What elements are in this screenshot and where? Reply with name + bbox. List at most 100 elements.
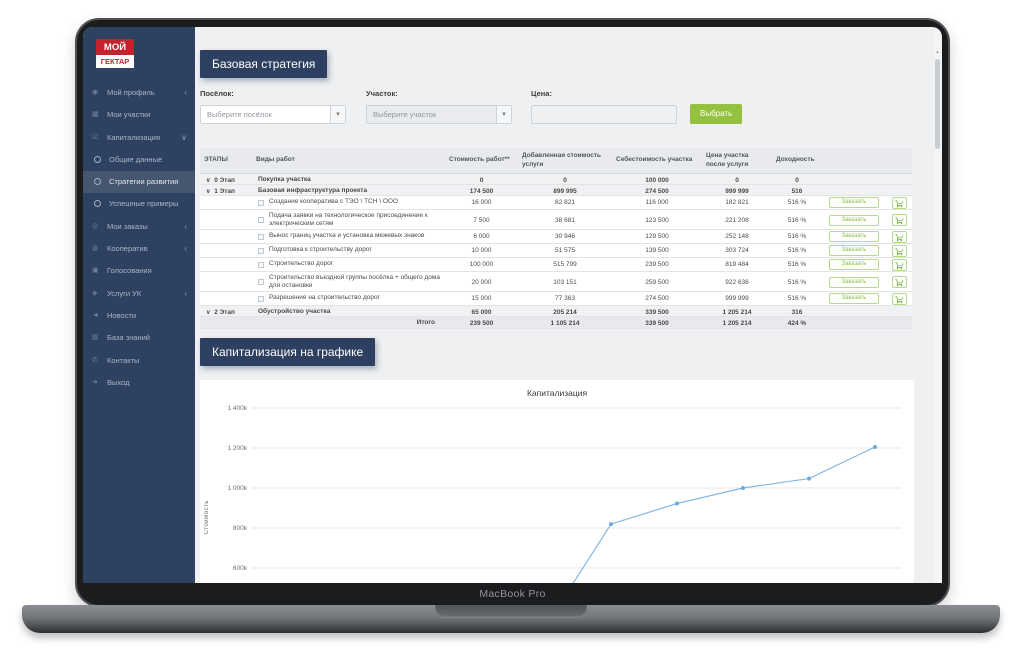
sidebar-item-news[interactable]: ◄Новости	[83, 305, 195, 327]
column-header: Виды работ	[252, 154, 445, 166]
checkbox[interactable]	[258, 217, 264, 223]
chevron-left-icon[interactable]: ‹	[184, 216, 187, 238]
value-cell: 100 000	[612, 177, 702, 184]
value-cell: 129 500	[612, 233, 702, 240]
cart-icon[interactable]	[892, 214, 907, 226]
scrollbar-thumb[interactable]	[935, 59, 940, 149]
sidebar-item-dev-strategies[interactable]: Стратегии развития	[83, 171, 195, 193]
value-cell: 221 208	[702, 217, 772, 224]
value-cell: 0	[702, 177, 772, 184]
y-tick-label: 1 000k	[227, 485, 247, 492]
services-icon: ◈	[92, 283, 97, 305]
value-cell: 259 500	[612, 279, 702, 286]
cart-cell	[886, 259, 912, 271]
work-name: Подготовка к строительству дорог	[269, 246, 372, 254]
price-label: Цена:	[531, 89, 552, 98]
sidebar-item-capitalization[interactable]: ☑Капитализация∨	[83, 127, 195, 149]
order-cell: Заказать	[822, 293, 886, 304]
total-label: Итого	[417, 319, 435, 327]
sidebar-item-my-plots[interactable]: ▦Мои участки	[83, 104, 195, 126]
sidebar-item-logout[interactable]: ➜Выход	[83, 372, 195, 394]
scrollbar[interactable]: ▲	[934, 27, 941, 583]
stage-row[interactable]: ∨ 0 ЭтапПокупка участка00100 00000	[200, 174, 912, 185]
checkbox[interactable]	[258, 234, 264, 240]
sidebar-item-my-profile[interactable]: ◉Мой профиль‹	[83, 82, 195, 104]
value-cell: 899 995	[518, 188, 612, 195]
chevron-down-icon[interactable]: ▾	[330, 106, 345, 123]
collapse-chevron-icon[interactable]: ∨	[206, 189, 210, 195]
cart-icon[interactable]	[892, 276, 907, 288]
chevron-down-icon[interactable]: ▾	[496, 106, 511, 123]
order-button[interactable]: Заказать	[829, 293, 879, 304]
chevron-left-icon[interactable]: ‹	[184, 82, 187, 104]
order-button[interactable]: Заказать	[829, 259, 879, 270]
app-logo[interactable]: МОЙ ГЕКТАР	[96, 39, 134, 68]
work-row: Строительство въездной группы посёлка + …	[200, 272, 912, 292]
value-cell: 205 214	[518, 309, 612, 316]
order-button[interactable]: Заказать	[829, 245, 879, 256]
scroll-up-icon[interactable]: ▲	[934, 49, 941, 54]
sidebar-item-my-orders[interactable]: ◎Мои заказы‹	[83, 216, 195, 238]
value-cell: 339 500	[612, 309, 702, 316]
select-button[interactable]: Выбрать	[690, 104, 742, 124]
cart-icon[interactable]	[892, 293, 907, 305]
checkbox[interactable]	[258, 248, 264, 254]
work-row: Разрешение на строительство дорог15 0007…	[200, 292, 912, 306]
stage-row[interactable]: ∨ 2 ЭтапОбустройство участка65 000205 21…	[200, 306, 912, 317]
checkbox[interactable]	[258, 200, 264, 206]
cart-cell	[886, 245, 912, 257]
plot-select[interactable]: Выберите участок ▾	[366, 105, 512, 124]
sidebar-item-general-data[interactable]: Общие данные	[83, 149, 195, 171]
price-input[interactable]	[531, 105, 677, 124]
value-cell: 0	[445, 177, 518, 184]
cart-cell	[886, 231, 912, 243]
checkbox[interactable]	[258, 296, 264, 302]
stage-row[interactable]: ∨ 1 ЭтапБазовая инфраструктура проекта17…	[200, 185, 912, 196]
value-cell: 516 %	[772, 247, 822, 254]
collapse-chevron-icon[interactable]: ∨	[206, 310, 210, 316]
cart-icon[interactable]	[892, 231, 907, 243]
value-cell: 7 500	[445, 217, 518, 224]
chevron-down-icon[interactable]: ∨	[181, 127, 187, 149]
value-cell: 182 821	[702, 199, 772, 206]
sidebar-item-label: Голосования	[107, 266, 152, 275]
value-cell: 516 %	[772, 233, 822, 240]
plots-icon: ▦	[92, 104, 99, 126]
cart-icon[interactable]	[892, 245, 907, 257]
sidebar-item-contacts[interactable]: ✆Контакты	[83, 350, 195, 372]
order-button[interactable]: Заказать	[829, 215, 879, 226]
order-button[interactable]: Заказать	[829, 231, 879, 242]
logo-line1: МОЙ	[96, 39, 134, 55]
value-cell: 999 999	[702, 295, 772, 302]
value-cell: 6 000	[445, 233, 518, 240]
sidebar-item-cooperative[interactable]: ◍Кооператив‹	[83, 238, 195, 260]
order-button[interactable]: Заказать	[829, 277, 879, 288]
chevron-left-icon[interactable]: ‹	[184, 238, 187, 260]
sidebar-item-uk-services[interactable]: ◈Услуги УК‹	[83, 283, 195, 305]
column-header	[886, 159, 912, 163]
work-name-cell: Вынос границ участка и установка межевых…	[252, 230, 445, 242]
sidebar-item-votings[interactable]: ▣Голосования	[83, 260, 195, 282]
sidebar-item-knowledge-base[interactable]: ▥База знаний	[83, 327, 195, 349]
checkbox[interactable]	[258, 262, 264, 268]
user-icon: ◉	[92, 82, 98, 104]
value-cell: 274 500	[612, 295, 702, 302]
order-cell: Заказать	[822, 277, 886, 288]
sidebar-item-success-examples[interactable]: Успешные примеры	[83, 193, 195, 215]
work-name: Строительство въездной группы посёлка + …	[269, 274, 441, 290]
cart-icon[interactable]	[892, 197, 907, 209]
work-name: Базовая инфраструктура проекта	[258, 187, 367, 195]
collapse-chevron-icon[interactable]: ∨	[206, 178, 210, 184]
order-cell: Заказать	[822, 245, 886, 256]
column-header: Добавленная стоимость услуги	[518, 150, 612, 170]
village-select[interactable]: Выберите посёлок ▾	[200, 105, 346, 124]
chevron-left-icon[interactable]: ‹	[184, 283, 187, 305]
cart-icon[interactable]	[892, 259, 907, 271]
chart-section-title: Капитализация на графике	[200, 338, 375, 366]
sidebar-item-label: Выход	[107, 378, 129, 387]
app-screen: МОЙ ГЕКТАР ◉Мой профиль‹▦Мои участки☑Кап…	[83, 27, 942, 583]
stage-label: 1 Этап	[212, 188, 235, 195]
work-name: Вынос границ участка и установка межевых…	[269, 232, 424, 240]
order-button[interactable]: Заказать	[829, 197, 879, 208]
checkbox[interactable]	[258, 279, 264, 285]
